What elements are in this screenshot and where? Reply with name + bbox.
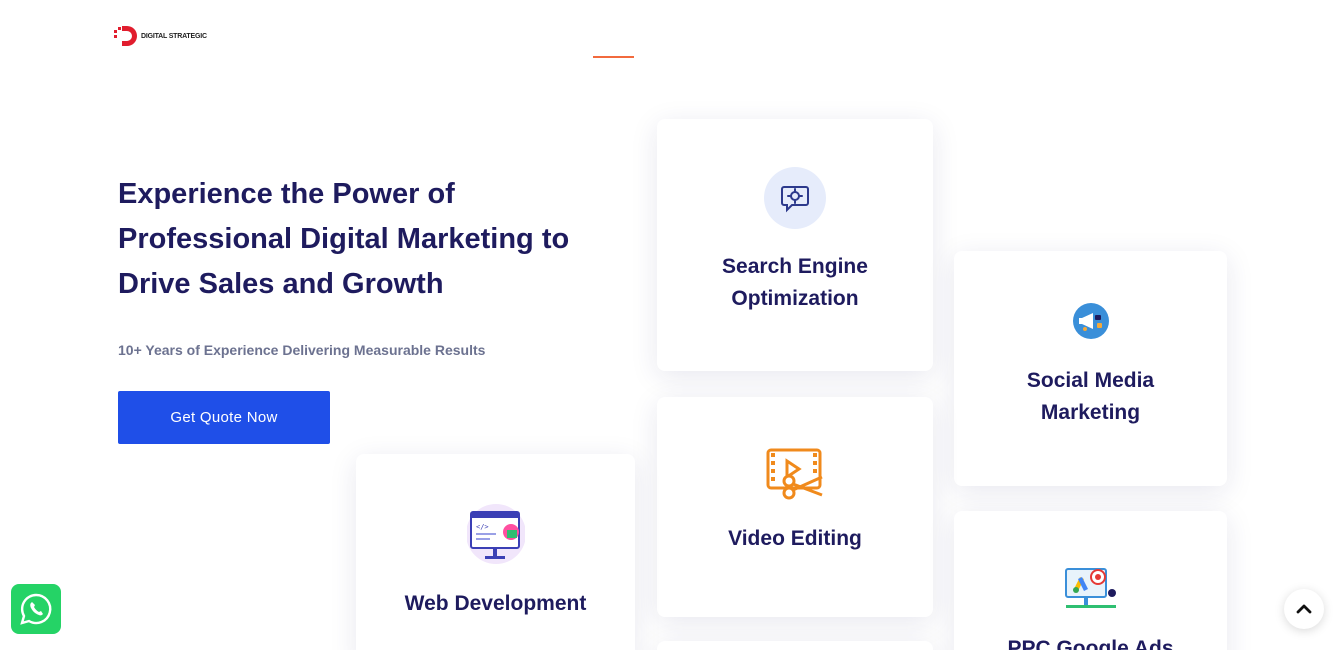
service-title-video-editing: Video Editing	[728, 527, 862, 550]
whatsapp-icon	[20, 593, 52, 625]
service-card-partial	[657, 641, 933, 650]
service-card-ppc[interactable]: PPC Google Ads	[954, 511, 1227, 650]
seo-gear-chat-icon	[764, 167, 826, 229]
service-card-web-development[interactable]: </> Web Development	[356, 454, 635, 650]
service-card-seo[interactable]: Search Engine Optimization	[657, 119, 933, 371]
nav-active-indicator	[593, 56, 634, 58]
logo-mark-icon	[114, 26, 137, 46]
service-title-web-development: Web Development	[404, 592, 587, 615]
megaphone-icon	[1071, 301, 1111, 341]
hero-subtitle: 10+ Years of Experience Delivering Measu…	[118, 342, 486, 358]
svg-text:</>: </>	[476, 523, 489, 531]
hero-title: Experience the Power of Professional Dig…	[118, 178, 570, 300]
google-ads-target-icon	[1062, 563, 1120, 613]
service-title-ppc: PPC Google Ads	[1007, 637, 1174, 650]
get-quote-button[interactable]: Get Quote Now	[118, 391, 330, 444]
chevron-up-icon	[1296, 604, 1312, 614]
video-scissors-icon	[765, 447, 825, 503]
service-title-seo: Search Engine Optimization	[722, 255, 868, 310]
service-card-video-editing[interactable]: Video Editing	[657, 397, 933, 617]
site-logo[interactable]: DIGITAL STRATEGIC	[114, 24, 207, 48]
monitor-code-icon: </>	[466, 500, 525, 566]
logo-text: DIGITAL STRATEGIC	[141, 32, 207, 40]
service-card-social-media[interactable]: Social Media Marketing	[954, 251, 1227, 486]
whatsapp-button[interactable]	[11, 584, 61, 634]
scroll-to-top-button[interactable]	[1284, 589, 1324, 629]
service-title-social-media: Social Media Marketing	[1026, 369, 1155, 424]
